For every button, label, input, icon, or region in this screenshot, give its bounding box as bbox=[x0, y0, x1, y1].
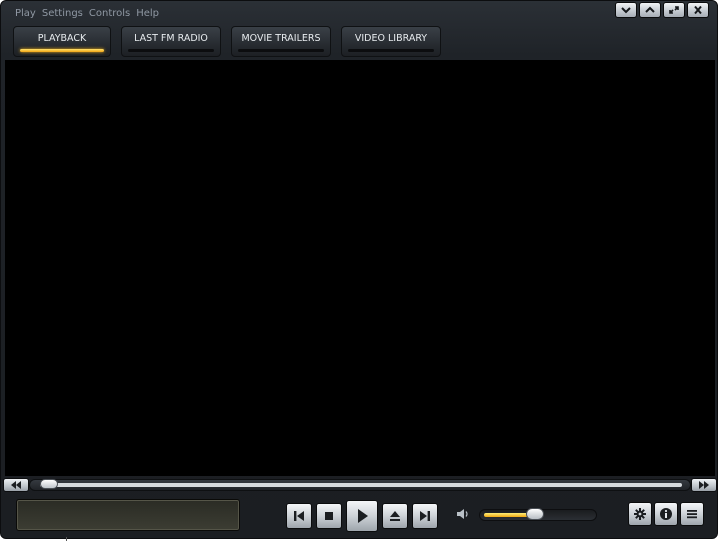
play-icon bbox=[358, 509, 368, 523]
eject-icon bbox=[390, 511, 400, 521]
menu-list-icon bbox=[687, 510, 697, 519]
tab-last-fm-radio[interactable]: LAST FM RADIO bbox=[121, 26, 221, 57]
close-icon bbox=[694, 5, 702, 15]
speaker-icon[interactable] bbox=[455, 507, 471, 521]
restore-button[interactable] bbox=[663, 2, 685, 18]
next-button[interactable] bbox=[412, 503, 438, 529]
menu-play[interactable]: Play bbox=[15, 7, 36, 21]
playlist-button[interactable] bbox=[680, 502, 704, 526]
skip-forward-icon bbox=[420, 511, 430, 521]
menu-bar: Play Settings Controls Help bbox=[15, 7, 159, 21]
seek-track[interactable] bbox=[29, 479, 691, 491]
settings-button[interactable] bbox=[628, 502, 652, 526]
info-display bbox=[16, 499, 240, 531]
skip-back-icon bbox=[294, 511, 304, 521]
utility-buttons bbox=[628, 502, 704, 526]
desktop-tick-mark bbox=[66, 537, 67, 541]
seek-bar bbox=[3, 478, 717, 493]
minimize-button[interactable] bbox=[615, 2, 637, 18]
info-icon bbox=[660, 508, 672, 520]
menu-controls[interactable]: Controls bbox=[89, 7, 130, 21]
rewind-icon bbox=[11, 481, 21, 489]
rewind-button[interactable] bbox=[3, 478, 29, 492]
control-bar bbox=[1, 494, 717, 538]
close-button[interactable] bbox=[687, 2, 709, 18]
tab-label: MOVIE TRAILERS bbox=[241, 33, 321, 44]
restore-icon bbox=[669, 6, 679, 14]
media-player-window: Play Settings Controls Help PLAYBACK LAS… bbox=[0, 0, 718, 539]
volume-thumb[interactable] bbox=[525, 508, 544, 520]
tab-movie-trailers[interactable]: MOVIE TRAILERS bbox=[231, 26, 331, 57]
tab-label: LAST FM RADIO bbox=[134, 33, 208, 44]
window-controls bbox=[615, 2, 709, 18]
stop-button[interactable] bbox=[316, 503, 342, 529]
seek-thumb[interactable] bbox=[40, 479, 58, 489]
collapse-button[interactable] bbox=[639, 2, 661, 18]
gear-icon bbox=[634, 508, 646, 520]
menu-help[interactable]: Help bbox=[136, 7, 159, 21]
fast-forward-icon bbox=[699, 481, 709, 489]
chevron-up-icon bbox=[645, 6, 655, 13]
info-button[interactable] bbox=[654, 502, 678, 526]
tab-playback[interactable]: PLAYBACK bbox=[13, 26, 111, 57]
volume-slider[interactable] bbox=[479, 508, 597, 521]
menu-settings[interactable]: Settings bbox=[42, 7, 83, 21]
chevron-down-icon bbox=[621, 7, 631, 14]
tab-indicator bbox=[238, 49, 324, 52]
play-button[interactable] bbox=[346, 500, 378, 532]
tab-indicator bbox=[128, 49, 214, 52]
tab-label: PLAYBACK bbox=[37, 33, 87, 44]
fast-forward-button[interactable] bbox=[691, 478, 717, 492]
previous-button[interactable] bbox=[286, 503, 312, 529]
seek-groove bbox=[40, 483, 682, 487]
tab-indicator bbox=[348, 49, 434, 52]
tab-active-indicator bbox=[20, 49, 104, 52]
tab-video-library[interactable]: VIDEO LIBRARY bbox=[341, 26, 441, 57]
tab-label: VIDEO LIBRARY bbox=[354, 33, 428, 44]
tab-bar: PLAYBACK LAST FM RADIO MOVIE TRAILERS VI… bbox=[13, 26, 441, 57]
eject-button[interactable] bbox=[382, 503, 408, 529]
video-display-area[interactable] bbox=[5, 60, 715, 476]
stop-icon bbox=[325, 512, 333, 520]
transport-controls bbox=[277, 497, 447, 535]
